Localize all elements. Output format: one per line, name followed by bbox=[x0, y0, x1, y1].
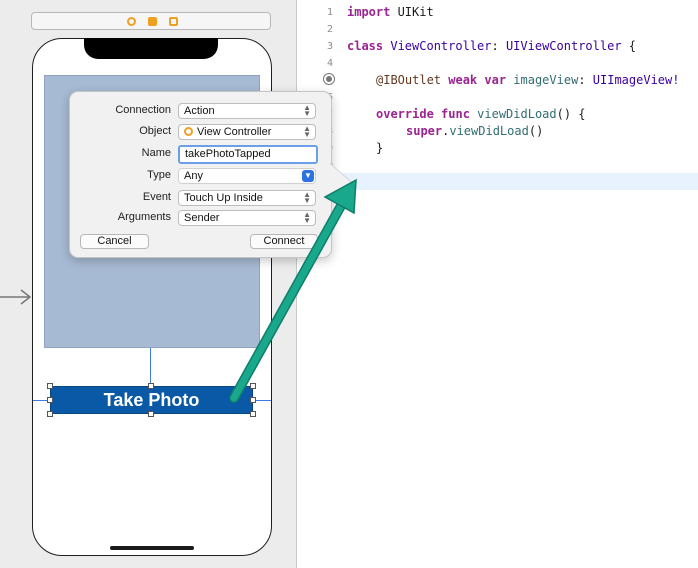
code-text: () bbox=[528, 124, 544, 138]
code-text: { bbox=[621, 39, 636, 53]
outlet-connection-icon[interactable] bbox=[323, 73, 335, 85]
keyword: class bbox=[347, 39, 384, 53]
home-indicator bbox=[110, 546, 194, 550]
line-number: 2 bbox=[326, 24, 333, 35]
code-line: import UIKit bbox=[347, 5, 434, 19]
type-name: UIImageView! bbox=[592, 73, 680, 87]
object-row: Object View Controller ▲ ▼ bbox=[70, 124, 331, 140]
resize-handle[interactable] bbox=[250, 383, 256, 389]
function-name: viewDidLoad bbox=[449, 124, 529, 138]
chevron-down-icon[interactable]: ▼ bbox=[302, 170, 314, 182]
arguments-label: Arguments bbox=[117, 211, 171, 223]
resize-handle[interactable] bbox=[250, 411, 256, 417]
code-text: } bbox=[376, 141, 384, 155]
line-number: 1 bbox=[326, 7, 333, 18]
connection-popover: Connection Action ▲ ▼ Object View Controll… bbox=[69, 91, 332, 258]
connect-button[interactable]: Connect bbox=[250, 234, 318, 249]
attribute: @IBOutlet bbox=[376, 73, 442, 87]
type-label: Type bbox=[147, 169, 171, 181]
code-line: } bbox=[376, 141, 383, 155]
line-number: 4 bbox=[326, 58, 333, 69]
resize-handle[interactable] bbox=[250, 397, 256, 403]
event-popup[interactable]: Touch Up Inside ▲ ▼ bbox=[178, 190, 316, 206]
updown-chevron-icon: ▲ ▼ bbox=[303, 190, 311, 205]
object-label: Object bbox=[139, 125, 171, 137]
code-line: class ViewController: UIViewController { bbox=[347, 39, 636, 53]
name-label: Name bbox=[141, 147, 171, 159]
event-value: Touch Up Inside bbox=[184, 192, 263, 204]
type-combo[interactable]: Any ▼ bbox=[178, 168, 316, 184]
resize-handle[interactable] bbox=[47, 411, 53, 417]
connection-popup[interactable]: Action ▲ ▼ bbox=[178, 103, 316, 119]
event-label: Event bbox=[142, 191, 171, 203]
code-text: : bbox=[491, 39, 506, 53]
entry-point-arrow-icon[interactable] bbox=[0, 288, 32, 306]
type-row: Type Any ▼ bbox=[70, 168, 331, 184]
view-controller-icon[interactable] bbox=[127, 17, 136, 26]
keyword: super bbox=[406, 124, 443, 138]
resize-handle[interactable] bbox=[148, 411, 154, 417]
type-value: Any bbox=[184, 170, 203, 182]
take-photo-button[interactable]: Take Photo bbox=[50, 386, 253, 414]
object-value: View Controller bbox=[197, 126, 272, 138]
code-text: : bbox=[578, 73, 593, 87]
current-line-highlight bbox=[297, 173, 698, 190]
arguments-value: Sender bbox=[184, 212, 220, 224]
vertical-constraint[interactable] bbox=[150, 348, 151, 386]
variable-name: imageView bbox=[506, 73, 579, 87]
keyword: import bbox=[347, 5, 391, 19]
name-field[interactable]: takePhotoTapped bbox=[178, 145, 318, 164]
name-value: takePhotoTapped bbox=[185, 148, 271, 160]
function-name: viewDidLoad bbox=[469, 107, 557, 121]
take-photo-label: Take Photo bbox=[103, 389, 200, 410]
cancel-button[interactable]: Cancel bbox=[80, 234, 149, 249]
updown-chevron-icon: ▲ ▼ bbox=[303, 124, 311, 139]
connection-row: Connection Action ▲ ▼ bbox=[70, 103, 331, 119]
class-name: ViewController bbox=[383, 39, 492, 53]
name-row: Name takePhotoTapped bbox=[70, 145, 331, 164]
keyword: weak var bbox=[441, 73, 507, 87]
view-controller-icon bbox=[184, 127, 193, 136]
scene-dock[interactable] bbox=[31, 12, 271, 30]
type-name: UIViewController bbox=[505, 39, 622, 53]
code-line: override func viewDidLoad() { bbox=[376, 107, 586, 121]
first-responder-icon[interactable] bbox=[148, 17, 157, 26]
arguments-row: Arguments Sender ▲ ▼ bbox=[70, 210, 331, 226]
code-text: () { bbox=[556, 107, 586, 121]
code-line: @IBOutlet weak var imageView: UIImageVie… bbox=[376, 73, 679, 87]
line-number: 3 bbox=[326, 41, 333, 52]
popover-pointer bbox=[329, 163, 351, 201]
updown-chevron-icon: ▲ ▼ bbox=[303, 210, 311, 225]
event-row: Event Touch Up Inside ▲ ▼ bbox=[70, 190, 331, 206]
device-notch bbox=[84, 38, 218, 59]
resize-handle[interactable] bbox=[148, 383, 154, 389]
updown-chevron-icon: ▲ ▼ bbox=[303, 103, 311, 118]
connection-value: Action bbox=[184, 105, 215, 117]
exit-icon[interactable] bbox=[169, 17, 178, 26]
code-line: super.viewDidLoad() bbox=[406, 124, 543, 138]
keyword: override func bbox=[376, 107, 470, 121]
object-popup[interactable]: View Controller ▲ ▼ bbox=[178, 124, 316, 140]
resize-handle[interactable] bbox=[47, 383, 53, 389]
connection-label: Connection bbox=[115, 104, 171, 116]
resize-handle[interactable] bbox=[47, 397, 53, 403]
arguments-popup[interactable]: Sender ▲ ▼ bbox=[178, 210, 316, 226]
code-text: UIKit bbox=[390, 5, 434, 19]
